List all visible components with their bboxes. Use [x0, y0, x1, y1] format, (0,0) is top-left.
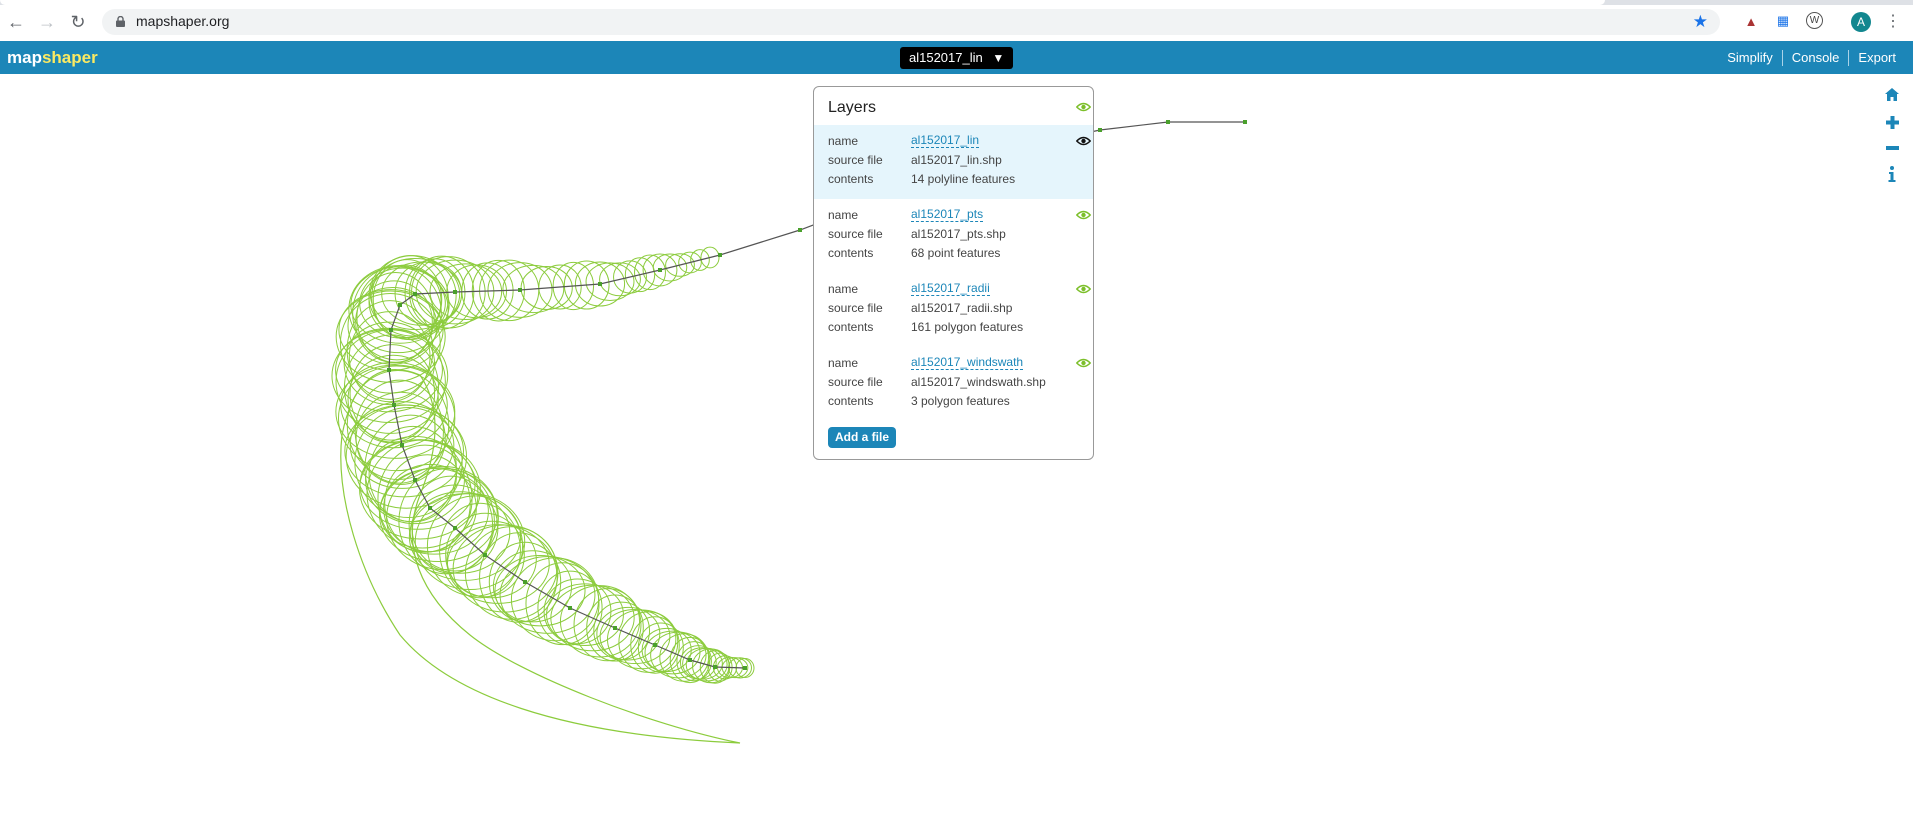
browser-menu-icon[interactable]: ⋮ — [1885, 12, 1901, 32]
track-point — [453, 290, 457, 294]
url-text: mapshaper.org — [136, 13, 230, 29]
address-bar[interactable]: mapshaper.org ★ — [102, 9, 1720, 35]
layer-source-file: al152017_radii.shp — [911, 301, 1013, 315]
track-point — [398, 303, 402, 307]
layer-row[interactable]: name al152017_windswath source file al15… — [814, 347, 1093, 421]
track-point — [523, 580, 527, 584]
layer-source-file: al152017_lin.shp — [911, 153, 1002, 167]
layer-name-link[interactable]: al152017_windswath — [911, 355, 1024, 370]
contents-label: contents — [828, 246, 874, 260]
layer-row[interactable]: name al152017_radii source file al152017… — [814, 273, 1093, 347]
reload-icon[interactable]: ↻ — [68, 12, 88, 32]
layer-row[interactable]: name al152017_pts source file al152017_p… — [814, 199, 1093, 273]
extension-icon[interactable]: ▦ — [1774, 12, 1792, 30]
app-header: mapshaper al152017_lin ▼ Simplify Consol… — [0, 41, 1913, 74]
top-menu: Simplify Console Export — [1718, 50, 1905, 66]
zoom-in-icon[interactable] — [1882, 112, 1902, 132]
eye-icon[interactable] — [1076, 284, 1091, 294]
wordpress-extension-icon[interactable]: W — [1806, 12, 1823, 29]
layer-contents: 14 polyline features — [911, 172, 1016, 186]
name-label: name — [828, 356, 859, 370]
add-file-button[interactable]: Add a file — [828, 427, 897, 448]
layer-selector-label: al152017_lin — [909, 50, 983, 65]
lock-icon — [116, 16, 125, 27]
eye-icon[interactable] — [1076, 210, 1091, 220]
pdf-extension-icon[interactable]: ▲ — [1742, 12, 1760, 30]
name-label: name — [828, 208, 859, 222]
track-point — [413, 292, 417, 296]
forward-icon[interactable]: → — [37, 12, 57, 32]
contents-label: contents — [828, 320, 874, 334]
track-point — [413, 478, 417, 482]
eye-icon[interactable] — [1076, 136, 1091, 146]
eye-icon[interactable] — [1076, 358, 1091, 368]
source-file-label: source file — [828, 375, 883, 389]
contents-label: contents — [828, 394, 874, 408]
layer-selector[interactable]: al152017_lin ▼ — [900, 47, 1014, 69]
tab-strip — [0, 0, 1913, 5]
back-icon[interactable]: ← — [6, 12, 26, 32]
name-label: name — [828, 134, 859, 148]
name-label: name — [828, 282, 859, 296]
browser-toolbar: ← → ↻ mapshaper.org ★ ▲ ▦ W A ⋮ — [0, 0, 1913, 42]
app-logo: mapshaper — [7, 48, 98, 67]
layer-name-link[interactable]: al152017_radii — [911, 281, 990, 296]
track-point — [713, 665, 717, 669]
layer-row[interactable]: name al152017_lin source file al152017_l… — [814, 125, 1093, 199]
track-point — [400, 443, 404, 447]
track-point — [518, 288, 522, 292]
track-point — [718, 253, 722, 257]
profile-avatar[interactable]: A — [1851, 12, 1871, 32]
layer-name-link[interactable]: al152017_pts — [911, 207, 984, 222]
track-point — [428, 506, 432, 510]
track-point — [598, 282, 602, 286]
track-point — [1243, 120, 1247, 124]
layer-contents: 3 polygon features — [911, 394, 1010, 408]
info-icon[interactable] — [1882, 164, 1902, 184]
track-point — [743, 666, 747, 670]
radii-polygons — [331, 246, 755, 684]
track-point — [688, 658, 692, 662]
track-point — [653, 643, 657, 647]
track-point — [453, 526, 457, 530]
export-button[interactable]: Export — [1849, 50, 1905, 66]
chevron-down-icon: ▼ — [992, 51, 1005, 65]
source-file-label: source file — [828, 153, 883, 167]
zoom-out-icon[interactable] — [1882, 138, 1902, 158]
track-point — [483, 553, 487, 557]
track-point — [392, 403, 396, 407]
track-point — [798, 228, 802, 232]
contents-label: contents — [828, 172, 874, 186]
console-button[interactable]: Console — [1783, 50, 1849, 66]
layer-contents: 68 point features — [911, 246, 1001, 260]
track-point — [389, 328, 393, 332]
windswath-polygon — [340, 369, 741, 744]
track-point — [387, 368, 391, 372]
layer-source-file: al152017_windswath.shp — [911, 375, 1046, 389]
track-point — [658, 268, 662, 272]
source-file-label: source file — [828, 227, 883, 241]
layer-contents: 161 polygon features — [911, 320, 1024, 334]
track-point — [613, 626, 617, 630]
track-point — [1098, 128, 1102, 132]
layer-source-file: al152017_pts.shp — [911, 227, 1006, 241]
track-point — [568, 606, 572, 610]
simplify-button[interactable]: Simplify — [1718, 50, 1782, 66]
layers-panel-title: Layers — [828, 99, 877, 116]
source-file-label: source file — [828, 301, 883, 315]
layers-panel: Layers name al152017_lin source file al1… — [813, 86, 1094, 460]
bookmark-star-icon[interactable]: ★ — [1693, 12, 1708, 32]
show-all-eye-icon[interactable] — [1076, 102, 1091, 112]
layer-name-link[interactable]: al152017_lin — [911, 133, 980, 148]
track-point — [1166, 120, 1170, 124]
home-icon[interactable] — [1882, 84, 1902, 104]
